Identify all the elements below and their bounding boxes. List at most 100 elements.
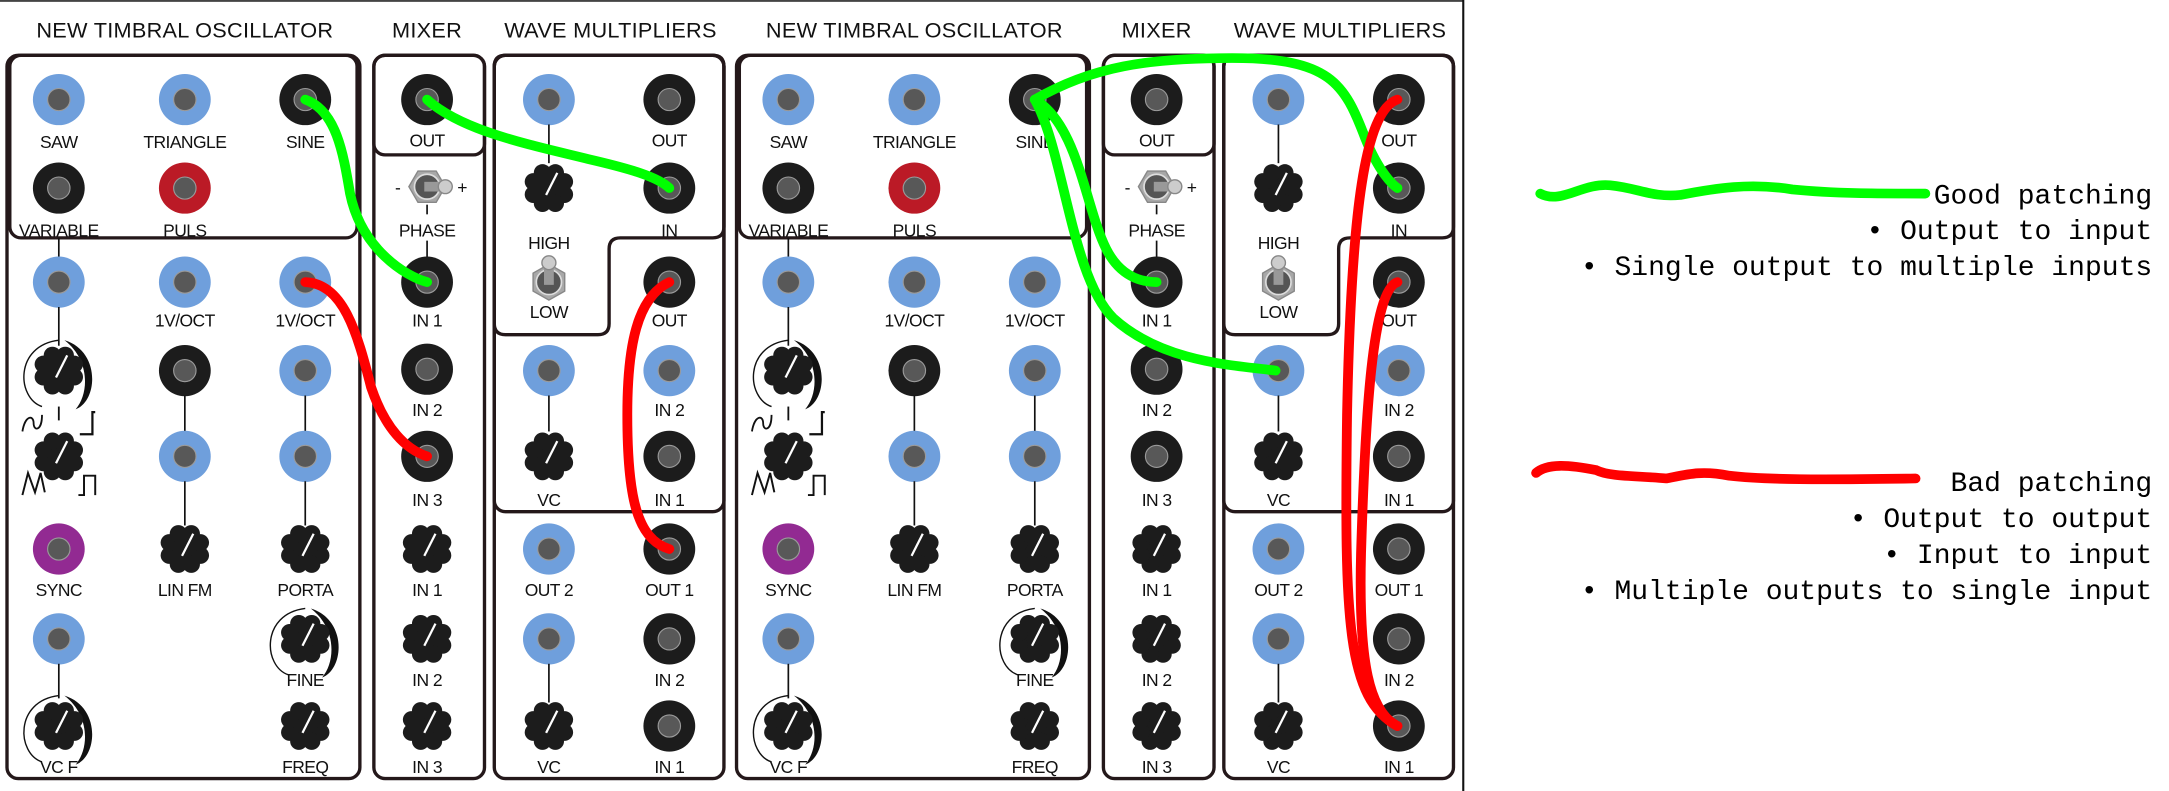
fine-knob[interactable] bbox=[281, 614, 330, 663]
freq-knob[interactable] bbox=[1010, 702, 1059, 750]
wm-in-1-c-jack[interactable] bbox=[643, 700, 696, 752]
mixer-level-3-knob[interactable] bbox=[402, 702, 452, 750]
label: SAW bbox=[770, 132, 809, 152]
1v-oct-a-jack[interactable] bbox=[158, 256, 211, 308]
label: TRIANGLE bbox=[143, 132, 226, 152]
lin-fm-jack[interactable] bbox=[888, 430, 941, 482]
sync-jack[interactable] bbox=[762, 523, 815, 575]
label: IN 3 bbox=[412, 490, 442, 510]
jack-socket bbox=[415, 357, 439, 381]
label: HIGH bbox=[528, 233, 569, 253]
vc-f-knob[interactable] bbox=[764, 702, 813, 750]
wm-vc-b-knob[interactable] bbox=[1254, 432, 1303, 481]
wm-out-2-jack[interactable] bbox=[1252, 523, 1305, 575]
wave-cv-jack[interactable] bbox=[32, 256, 85, 308]
patch-cable-good[interactable] bbox=[1029, 94, 1162, 287]
wm-cv-3-jack[interactable] bbox=[1252, 613, 1305, 665]
wave-cv-knob[interactable] bbox=[34, 346, 84, 395]
wm-out-1-jack[interactable] bbox=[1372, 523, 1425, 575]
range-toggle-switch[interactable] bbox=[1261, 255, 1295, 301]
knob-lobe bbox=[921, 534, 939, 552]
wm-in-1-b-jack[interactable] bbox=[643, 430, 696, 482]
puls-jack[interactable] bbox=[888, 162, 941, 214]
triangle-jack[interactable] bbox=[888, 73, 941, 126]
mixer-level-2-knob[interactable] bbox=[1132, 614, 1181, 663]
variable-jack[interactable] bbox=[762, 162, 815, 214]
vc-f-input-jack[interactable] bbox=[762, 613, 815, 665]
variable-jack[interactable] bbox=[32, 162, 85, 214]
wave-shape-knob[interactable] bbox=[34, 432, 84, 481]
jack-socket bbox=[1144, 357, 1169, 381]
mixer-level-2-knob[interactable] bbox=[402, 614, 452, 663]
wm-out-a-jack[interactable] bbox=[643, 73, 696, 126]
phase-switch[interactable] bbox=[1137, 170, 1183, 204]
wm-amount-1-knob[interactable] bbox=[1254, 164, 1303, 212]
mixer-level-3-knob[interactable] bbox=[1132, 702, 1181, 750]
jack-socket bbox=[1144, 444, 1169, 468]
wm-cv-3-jack[interactable] bbox=[522, 613, 575, 665]
wm-in-2-b-jack[interactable] bbox=[643, 345, 696, 397]
wm-vc-c-knob[interactable] bbox=[524, 702, 574, 750]
puls-jack[interactable] bbox=[158, 162, 211, 214]
label: 1V/OCT bbox=[275, 310, 336, 330]
triangle-jack[interactable] bbox=[158, 73, 211, 126]
mixer-level-1-knob[interactable] bbox=[402, 525, 452, 573]
1v-oct-a-jack[interactable] bbox=[888, 256, 941, 308]
wm-vc-c-knob[interactable] bbox=[1254, 702, 1303, 750]
knob-lobe bbox=[1163, 534, 1181, 552]
label: SYNC bbox=[36, 580, 82, 600]
wm-in-2-c-jack[interactable] bbox=[643, 613, 696, 665]
saw-jack[interactable] bbox=[32, 73, 85, 126]
wm-cv-1-jack[interactable] bbox=[1252, 73, 1305, 126]
range-toggle-switch[interactable] bbox=[532, 255, 566, 301]
jack-socket bbox=[1023, 444, 1047, 468]
wave-shape-knob[interactable] bbox=[764, 432, 813, 481]
vc-f-knob[interactable] bbox=[34, 702, 84, 750]
label: IN 1 bbox=[412, 580, 442, 600]
wm-in-2-c-jack[interactable] bbox=[1372, 613, 1425, 665]
lin-fm-knob[interactable] bbox=[890, 525, 939, 573]
wm-amount-1-knob[interactable] bbox=[524, 164, 574, 212]
label: VC bbox=[1267, 757, 1290, 777]
fine-knob[interactable] bbox=[1010, 614, 1059, 663]
jack-socket bbox=[47, 537, 71, 561]
lin-fm-input-jack[interactable] bbox=[158, 345, 211, 397]
lin-fm-knob[interactable] bbox=[160, 525, 210, 573]
wm-cv-2-jack[interactable] bbox=[522, 345, 575, 397]
lin-fm-jack[interactable] bbox=[158, 430, 211, 482]
wm-cv-1-jack[interactable] bbox=[522, 73, 575, 126]
wave-multipliers: OUT IN HIGH LOW OUT IN 2 VC IN 1 OUT 2 OUT 1 IN 2 V… bbox=[1222, 53, 1456, 781]
label: VARIABLE bbox=[19, 221, 99, 241]
label: SAW bbox=[40, 132, 79, 152]
vc-f-input-jack[interactable] bbox=[32, 613, 85, 665]
wm-in-2-b-jack[interactable] bbox=[1372, 345, 1425, 397]
porta-jack[interactable] bbox=[1008, 430, 1061, 482]
mixer-in-2-jack[interactable] bbox=[401, 343, 453, 395]
jack-socket bbox=[1387, 537, 1411, 561]
wave-cv-knob[interactable] bbox=[764, 346, 813, 395]
porta-knob[interactable] bbox=[281, 525, 330, 573]
wave-cv-jack[interactable] bbox=[762, 256, 815, 308]
label: OUT 1 bbox=[1375, 580, 1423, 600]
porta-jack[interactable] bbox=[279, 430, 332, 482]
porta-knob[interactable] bbox=[1010, 525, 1059, 573]
patch-cable-good[interactable] bbox=[300, 94, 432, 287]
saw-jack[interactable] bbox=[762, 73, 815, 126]
new-timbral-oscillator: SAW TRIANGLE SINEVARIABLE PULS1V/OCT 1V/OCTS… bbox=[734, 53, 1092, 781]
jack-socket bbox=[47, 176, 71, 200]
wm-vc-b-knob[interactable] bbox=[524, 432, 574, 481]
porta-input-jack[interactable] bbox=[1008, 345, 1061, 397]
wm-in-1-b-jack[interactable] bbox=[1372, 430, 1425, 482]
wm-out-2-jack[interactable] bbox=[522, 523, 575, 575]
1v-oct-b-jack[interactable] bbox=[1008, 256, 1061, 308]
lin-fm-input-jack[interactable] bbox=[888, 345, 941, 397]
jack-socket bbox=[1144, 87, 1169, 112]
sync-jack[interactable] bbox=[32, 523, 85, 575]
porta-input-jack[interactable] bbox=[279, 345, 332, 397]
mixer-in-3-jack[interactable] bbox=[1130, 430, 1183, 482]
phase-switch[interactable] bbox=[408, 170, 453, 204]
mixer-out-jack[interactable] bbox=[1130, 73, 1183, 126]
freq-knob[interactable] bbox=[281, 702, 330, 750]
switch-tip bbox=[541, 255, 557, 271]
mixer-level-1-knob[interactable] bbox=[1132, 525, 1181, 573]
